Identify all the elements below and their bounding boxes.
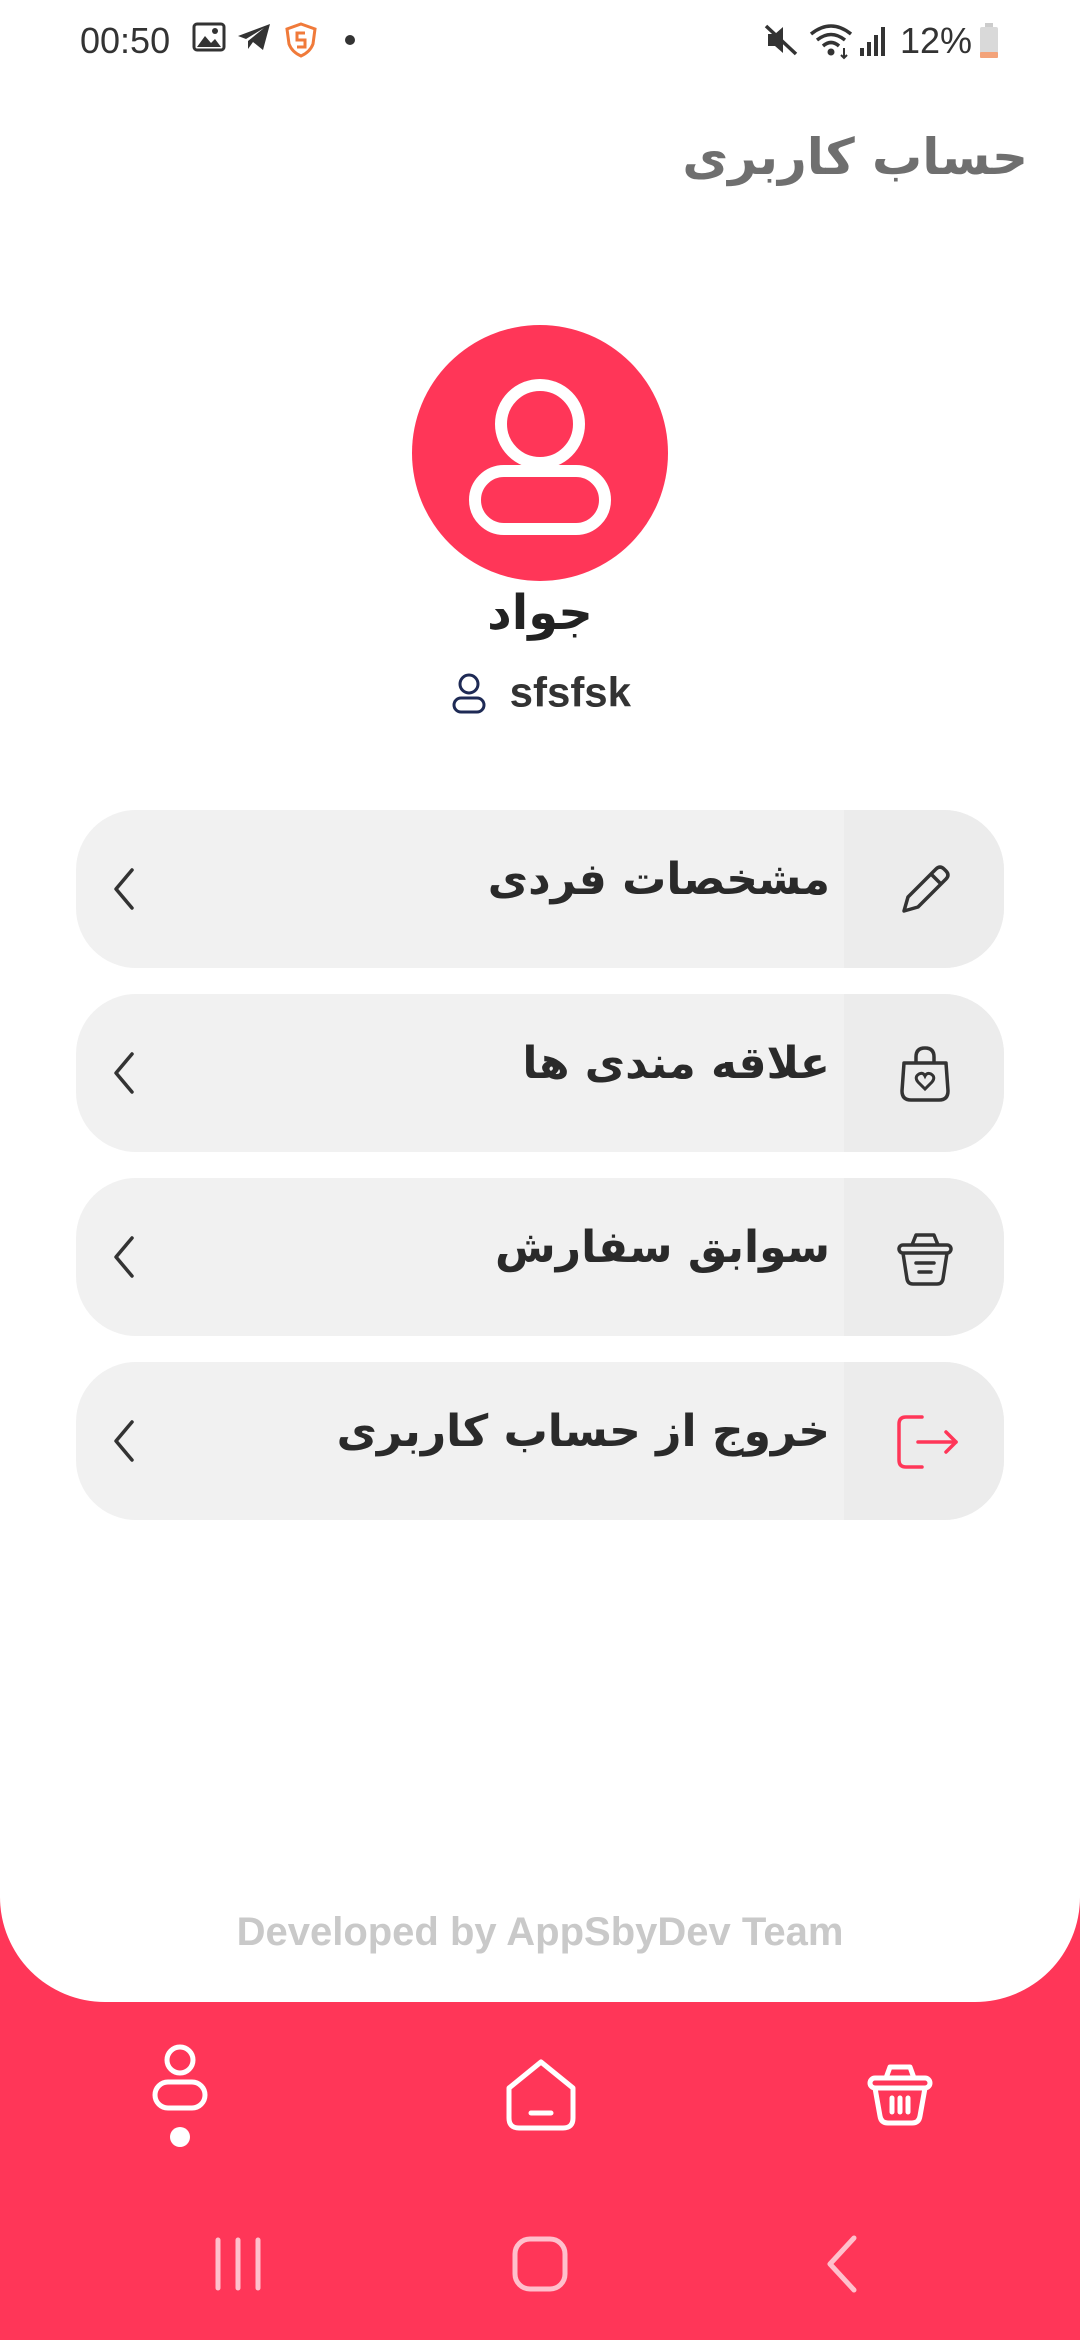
battery-icon <box>980 23 998 58</box>
developer-credit: Developed by AppSbyDev Team <box>236 1910 844 1954</box>
menu-item-logout[interactable]: خروج از حساب کاربری <box>76 1362 1004 1520</box>
menu-label-personal-info: مشخصات فردی <box>487 854 830 905</box>
chevron-left-icon <box>114 868 134 910</box>
profile-username-row: sfsfsk <box>0 665 1080 717</box>
battery-percentage: 12% <box>900 20 973 61</box>
home-icon[interactable] <box>503 2058 579 2132</box>
status-bar: 00:50 12% <box>0 0 1080 86</box>
profile-username: sfsfsk <box>509 668 632 716</box>
menu-item-personal-info[interactable]: مشخصات فردی <box>76 810 1004 968</box>
recent-apps-icon[interactable] <box>210 2236 266 2292</box>
profile-icon[interactable] <box>150 2042 210 2152</box>
notification-dot-icon <box>345 35 355 45</box>
home-button-icon[interactable] <box>510 2234 570 2294</box>
gallery-icon <box>192 22 226 52</box>
user-icon <box>469 379 611 535</box>
menu-label-logout: خروج از حساب کاربری <box>336 1406 830 1457</box>
chevron-left-icon <box>114 1236 134 1278</box>
pencil-icon <box>902 865 950 913</box>
menu-label-favorites: علاقه مندی ها <box>522 1038 830 1089</box>
menu-label-order-history: سوابق سفارش <box>495 1222 830 1273</box>
user-outline-icon <box>452 673 486 713</box>
mute-icon <box>764 24 798 56</box>
page-title: حساب کاربری <box>682 128 1028 186</box>
heart-bag-icon <box>900 1046 950 1102</box>
basket-icon <box>897 1233 953 1286</box>
chevron-left-icon <box>114 1052 134 1094</box>
wifi-icon <box>809 24 853 60</box>
menu-item-order-history[interactable]: سوابق سفارش <box>76 1178 1004 1336</box>
avatar <box>412 325 668 581</box>
profile-name: جواد <box>487 585 593 641</box>
back-icon[interactable] <box>822 2232 862 2296</box>
basket-icon[interactable] <box>866 2060 934 2128</box>
menu-item-favorites[interactable]: علاقه مندی ها <box>76 994 1004 1152</box>
status-time: 00:50 <box>80 20 171 61</box>
logout-icon <box>897 1415 958 1469</box>
signal-icon <box>860 27 885 56</box>
shield-icon <box>285 22 317 58</box>
telegram-icon <box>238 24 270 50</box>
chevron-left-icon <box>114 1420 134 1462</box>
